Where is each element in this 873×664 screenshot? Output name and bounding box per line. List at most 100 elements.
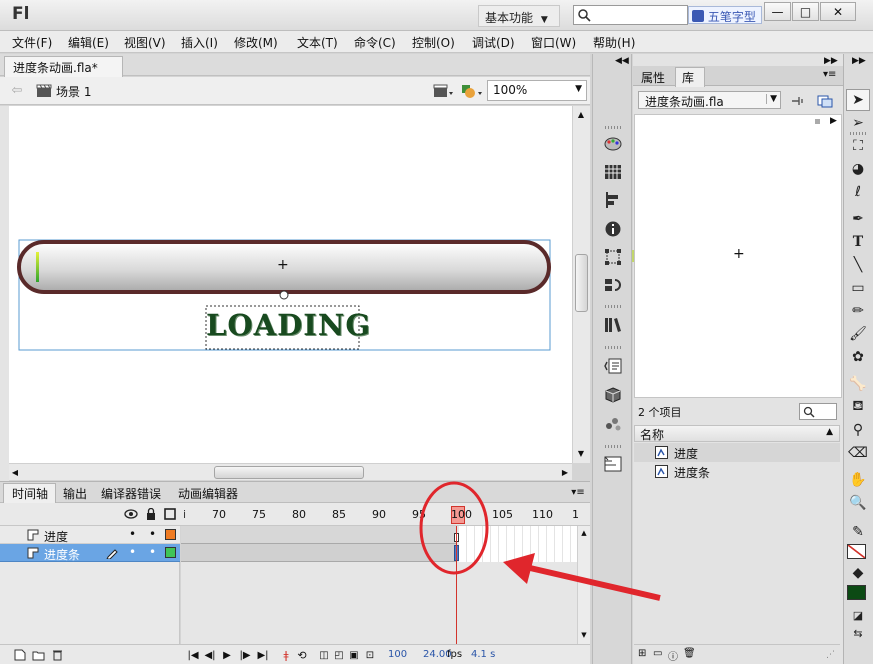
info-icon[interactable] bbox=[605, 221, 621, 237]
components-icon[interactable] bbox=[605, 387, 621, 403]
stage[interactable]: + LOADING bbox=[9, 106, 572, 463]
resize-grip-icon[interactable]: ⋰ bbox=[826, 650, 835, 660]
selection-tool[interactable]: ➤ bbox=[846, 89, 870, 111]
scroll-left-icon[interactable]: ◀ bbox=[10, 467, 20, 477]
hand-tool[interactable]: ✋ bbox=[846, 469, 870, 491]
3d-rotation-tool[interactable]: ◕ bbox=[846, 158, 870, 180]
dock-grip[interactable] bbox=[605, 126, 621, 129]
color-palette-icon[interactable] bbox=[604, 136, 622, 152]
scroll-up-icon[interactable]: ▲ bbox=[579, 528, 589, 538]
pencil-tool[interactable]: ✏ bbox=[846, 300, 870, 322]
deco-tool[interactable]: ✿ bbox=[846, 346, 870, 368]
eyedropper-tool[interactable]: ⚲ bbox=[846, 419, 870, 441]
tab-compiler-errors[interactable]: 编译器错误 bbox=[101, 485, 161, 502]
collapse-panel-icon[interactable]: ▶▶ bbox=[824, 56, 838, 66]
back-arrow-icon[interactable]: ⇦ bbox=[10, 83, 24, 98]
scroll-up-icon[interactable]: ▲ bbox=[576, 109, 586, 119]
play-icon[interactable]: ▶ bbox=[220, 648, 234, 662]
tab-output[interactable]: 输出 bbox=[63, 485, 87, 502]
scene-panel-icon[interactable] bbox=[605, 277, 621, 293]
elapsed-time[interactable]: 4.1 s bbox=[471, 649, 495, 660]
dock-grip[interactable] bbox=[605, 305, 621, 308]
layer-visibility-dot[interactable]: • bbox=[129, 545, 136, 559]
trash-icon[interactable]: 🗑 bbox=[683, 648, 696, 659]
menu-commands[interactable]: 命令(C) bbox=[354, 34, 396, 51]
layer-row-selected[interactable]: 进度条 • • bbox=[0, 544, 180, 562]
loop-icon[interactable]: ⟲ bbox=[294, 648, 310, 662]
layer-row[interactable]: 进度 • • bbox=[0, 526, 180, 544]
eraser-tool[interactable]: ⌫ bbox=[846, 442, 870, 464]
collapse-dock-icon[interactable]: ◀◀ bbox=[615, 56, 629, 66]
layer-lock-dot[interactable]: • bbox=[149, 545, 156, 559]
rectangle-tool[interactable]: ▭ bbox=[846, 277, 870, 299]
menu-help[interactable]: 帮助(H) bbox=[593, 34, 635, 51]
workspace-switcher[interactable]: 基本功能 ▼ bbox=[478, 5, 560, 27]
actions-icon[interactable] bbox=[604, 358, 622, 374]
preview-stop-icon[interactable] bbox=[815, 119, 820, 124]
edit-symbols-icon[interactable] bbox=[459, 82, 483, 100]
transform-icon[interactable] bbox=[605, 249, 621, 265]
edit-scene-icon[interactable] bbox=[432, 82, 454, 100]
layer-visibility-dot[interactable]: • bbox=[129, 527, 136, 541]
tab-properties[interactable]: 属性 bbox=[641, 69, 665, 86]
panel-menu-icon[interactable]: ▾≡ bbox=[823, 69, 836, 80]
swap-colors-tool[interactable]: ⇆ bbox=[846, 622, 870, 644]
subselection-tool[interactable]: ➢ bbox=[846, 112, 870, 134]
new-symbol-icon[interactable]: ⊞ bbox=[638, 648, 646, 659]
layer-name[interactable]: 进度 bbox=[44, 528, 68, 545]
stage-vertical-scrollbar[interactable]: ▲ ▼ bbox=[572, 106, 590, 463]
document-tab[interactable]: 进度条动画.fla* × bbox=[4, 56, 123, 90]
scroll-down-icon[interactable]: ▼ bbox=[579, 630, 589, 640]
layer-name[interactable]: 进度条 bbox=[44, 546, 80, 563]
paint-bucket-tool[interactable]: ⛾ bbox=[846, 396, 870, 418]
zoom-select[interactable]: 100% ▼ bbox=[487, 80, 587, 101]
new-library-panel-icon[interactable] bbox=[817, 94, 833, 108]
movie-explorer-icon[interactable] bbox=[604, 456, 622, 472]
text-tool[interactable]: T bbox=[846, 231, 870, 253]
free-transform-tool[interactable]: ⛶ bbox=[846, 135, 870, 157]
line-tool[interactable]: ╲ bbox=[846, 254, 870, 276]
pin-library-icon[interactable] bbox=[790, 94, 806, 108]
empty-frames[interactable] bbox=[459, 526, 577, 562]
lock-icon[interactable] bbox=[146, 508, 156, 520]
scroll-right-icon[interactable]: ▶ bbox=[560, 467, 570, 477]
dock-grip[interactable] bbox=[605, 346, 621, 349]
maximize-button[interactable]: □ bbox=[792, 2, 819, 21]
stroke-color-tool[interactable]: ✎ bbox=[846, 521, 870, 543]
layer-color-swatch[interactable] bbox=[165, 547, 176, 558]
trash-icon[interactable] bbox=[52, 649, 63, 661]
library-item[interactable]: 进度条 bbox=[634, 462, 840, 481]
outline-icon[interactable] bbox=[164, 508, 176, 520]
minimize-button[interactable]: — bbox=[764, 2, 791, 21]
library-column-header[interactable]: 名称 ▲ bbox=[634, 425, 840, 442]
frames-grid[interactable] bbox=[181, 526, 577, 644]
center-frame-icon[interactable]: ǂ bbox=[280, 648, 292, 662]
stage-horizontal-scrollbar[interactable]: ◀ ▶ bbox=[9, 463, 572, 480]
library-file-dropdown[interactable]: 进度条动画.fla ▼ bbox=[638, 91, 781, 109]
current-frame-value[interactable]: 100 bbox=[388, 649, 407, 660]
swatches-icon[interactable] bbox=[605, 165, 621, 179]
behaviors-icon[interactable] bbox=[605, 415, 621, 431]
new-folder-icon[interactable] bbox=[32, 649, 45, 661]
preview-play-icon[interactable]: ▶ bbox=[830, 116, 837, 126]
tab-motion-editor[interactable]: 动画编辑器 bbox=[178, 485, 238, 502]
horizontal-scroll-thumb[interactable] bbox=[214, 466, 364, 479]
menu-control[interactable]: 控制(O) bbox=[412, 34, 455, 51]
scroll-down-icon[interactable]: ▼ bbox=[576, 448, 586, 458]
first-frame-icon[interactable]: |◀ bbox=[186, 648, 200, 662]
fill-color-tool[interactable]: ◆ bbox=[846, 562, 870, 584]
close-window-button[interactable]: ✕ bbox=[820, 2, 856, 21]
library-item[interactable]: 进度 bbox=[634, 443, 840, 462]
layer-lock-dot[interactable]: • bbox=[149, 527, 156, 541]
loading-text[interactable]: LOADING bbox=[206, 308, 370, 342]
edit-multiple-frames-icon[interactable]: ▣ bbox=[348, 648, 360, 662]
step-back-icon[interactable]: ◀| bbox=[203, 648, 217, 662]
pen-tool[interactable]: ✒ bbox=[846, 208, 870, 230]
bone-tool[interactable]: 🦴 bbox=[846, 373, 870, 395]
vertical-scroll-thumb[interactable] bbox=[575, 254, 588, 312]
collapse-tools-icon[interactable]: ▶▶ bbox=[852, 56, 866, 66]
stroke-color-swatch[interactable] bbox=[847, 544, 866, 559]
menu-insert[interactable]: 插入(I) bbox=[181, 34, 218, 51]
eye-icon[interactable] bbox=[124, 509, 138, 519]
brush-tool[interactable]: 🖌 bbox=[846, 323, 870, 345]
